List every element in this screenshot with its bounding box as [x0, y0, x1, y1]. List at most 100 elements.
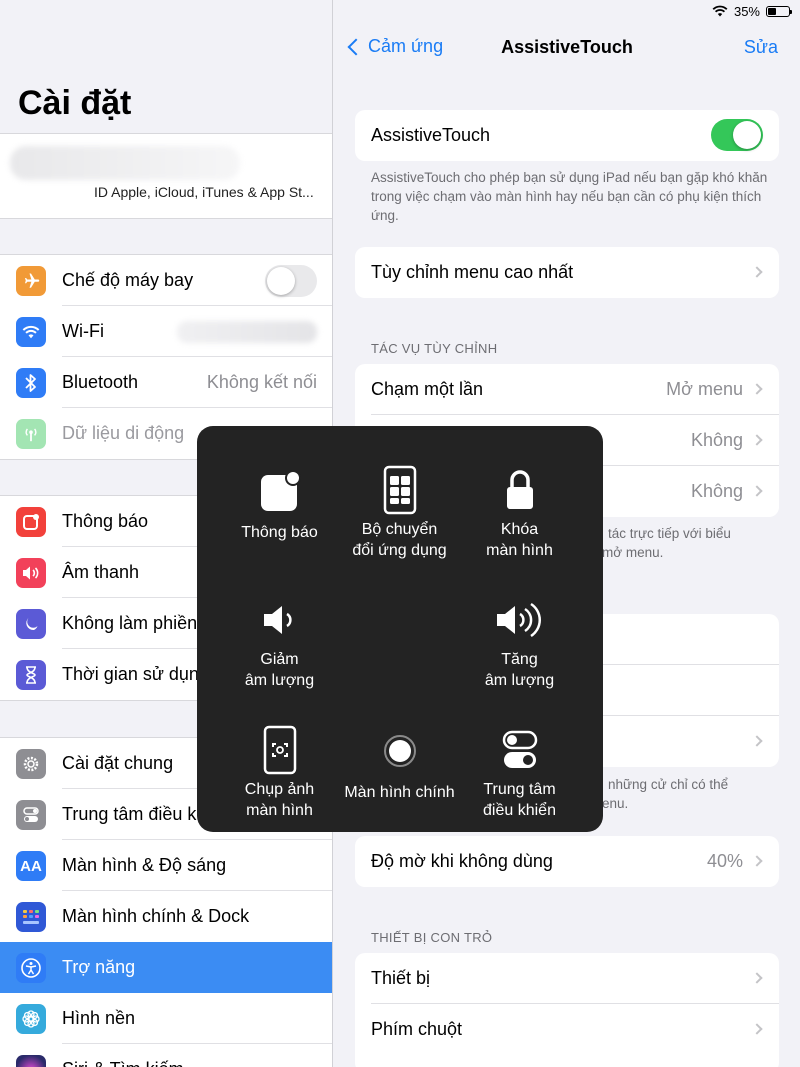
assistivetouch-switch[interactable] — [711, 119, 763, 151]
sidebar-item-label: Chế độ máy bay — [62, 270, 194, 290]
screenshot-icon — [263, 722, 297, 777]
gestures-note-1: những cử chỉ có thể — [608, 777, 729, 792]
display-aa-icon: AA — [16, 851, 46, 881]
back-button[interactable]: Cảm ứng — [346, 36, 443, 57]
customize-top-menu-row[interactable]: Tùy chỉnh menu cao nhất — [355, 247, 779, 298]
siri-icon — [16, 1055, 46, 1067]
single-tap-label: Chạm một lần — [371, 379, 484, 399]
double-tap-value: Không — [690, 430, 743, 450]
idle-opacity-value: 40% — [706, 851, 743, 871]
airplane-icon — [16, 266, 46, 296]
customize-menu-card: Tùy chỉnh menu cao nhất — [355, 247, 779, 298]
devices-row[interactable]: Thiết bị — [355, 953, 779, 1004]
wifi-status-icon — [712, 5, 728, 17]
custom-actions-note-2: mở menu. — [602, 545, 664, 560]
menu-item-control-center[interactable]: Trung tâm điều khiển — [452, 686, 587, 821]
gear-icon — [16, 749, 46, 779]
accessibility-icon — [16, 953, 46, 983]
control-center-icon — [16, 800, 46, 830]
custom-actions-header: TÁC VỤ TÙY CHỈNH — [371, 341, 498, 356]
bluetooth-status: Không kết nối — [206, 372, 317, 392]
wifi-icon — [16, 317, 46, 347]
chevron-right-icon — [751, 1023, 763, 1035]
menu-item-notifications[interactable]: Thông báo — [212, 426, 347, 561]
chevron-right-icon — [751, 735, 763, 747]
gestures-note-2: enu. — [602, 796, 629, 811]
assistivetouch-description: AssistiveTouch cho phép bạn sử dụng iPad… — [371, 170, 768, 223]
sidebar-item-label: Cài đặt chung — [62, 753, 174, 773]
toggle-knob — [733, 121, 761, 149]
volume-up-icon — [494, 592, 546, 647]
sidebar-item-display-brightness[interactable]: AA Màn hình & Độ sáng — [0, 840, 332, 891]
assistivetouch-row[interactable]: AssistiveTouch — [355, 110, 779, 161]
sidebar-item-label: Thời gian sử dụng — [62, 664, 209, 684]
sidebar-item-wifi[interactable]: Wi-Fi — [0, 306, 332, 357]
idle-opacity-card: Độ mờ khi không dùng 40% — [355, 836, 779, 887]
apple-id-profile[interactable]: ID Apple, iCloud, iTunes & App St... — [0, 133, 332, 219]
chevron-right-icon — [751, 485, 763, 497]
notifications-icon — [16, 507, 46, 537]
menu-item-volume-up[interactable]: Tăng âm lượng — [452, 556, 587, 691]
long-press-value: Không — [690, 481, 743, 501]
sidebar-item-label: Siri & Tìm kiếm — [62, 1059, 184, 1067]
lock-icon — [505, 462, 535, 517]
assistivetouch-menu: Thông báo Bộ chuyển đổi ứng dụng Khóa mà… — [197, 426, 603, 832]
hourglass-icon — [16, 660, 46, 690]
sidebar-item-label: Thông báo — [62, 511, 149, 531]
idle-opacity-row[interactable]: Độ mờ khi không dùng 40% — [355, 836, 779, 887]
sidebar-item-label: Âm thanh — [62, 562, 140, 582]
sidebar-item-label: Trợ năng — [62, 957, 136, 977]
airplane-mode-toggle[interactable] — [265, 265, 317, 297]
sidebar-item-accessibility[interactable]: Trợ năng — [0, 942, 332, 993]
app-switcher-icon — [383, 462, 417, 517]
antenna-icon — [16, 419, 46, 449]
chevron-left-icon — [347, 38, 365, 55]
sidebar-item-label: Bluetooth — [62, 372, 139, 392]
battery-percent: 35% — [733, 3, 760, 19]
single-tap-row[interactable]: Chạm một lần Mở menu — [355, 364, 779, 415]
chevron-right-icon — [751, 434, 763, 446]
sidebar-item-airplane-mode[interactable]: Chế độ máy bay — [0, 255, 332, 306]
custom-actions-note-1: tác trực tiếp với biểu — [608, 526, 731, 541]
menu-item-home[interactable]: Màn hình chính — [332, 686, 467, 821]
pointer-devices-card: Thiết bị Phím chuột — [355, 953, 779, 1067]
sidebar-item-label: Wi-Fi — [62, 321, 104, 341]
notification-badge-icon — [258, 462, 302, 520]
idle-opacity-label: Độ mờ khi không dùng — [371, 851, 553, 871]
menu-item-label: Màn hình chính — [344, 784, 455, 801]
menu-item-volume-down[interactable]: Giảm âm lượng — [212, 556, 347, 691]
mouse-keys-label: Phím chuột — [371, 1019, 463, 1039]
edit-button[interactable]: Sửa — [744, 37, 778, 58]
customize-top-menu-label: Tùy chỉnh menu cao nhất — [371, 262, 574, 282]
battery-icon — [766, 5, 792, 17]
menu-item-label: Tăng âm lượng — [484, 651, 555, 689]
sidebar-item-bluetooth[interactable]: Bluetooth Không kết nối — [0, 357, 332, 408]
sidebar-item-siri-search[interactable]: Siri & Tìm kiếm — [0, 1044, 332, 1067]
single-tap-value: Mở menu — [666, 379, 743, 399]
menu-item-lock-screen[interactable]: Khóa màn hình — [452, 426, 587, 561]
bluetooth-icon — [16, 368, 46, 398]
page-title: Cài đặt — [18, 84, 132, 122]
menu-item-label: Thông báo — [241, 524, 318, 541]
sidebar-item-home-screen-dock[interactable]: Màn hình chính & Dock — [0, 891, 332, 942]
sidebar-item-wallpaper[interactable]: Hình nền — [0, 993, 332, 1044]
speaker-icon — [16, 558, 46, 588]
pointer-devices-header: THIẾT BỊ CON TRỎ — [371, 930, 493, 945]
menu-item-screenshot[interactable]: Chụp ảnh màn hình — [212, 686, 347, 821]
menu-item-label: Trung tâm điều khiển — [483, 781, 556, 819]
sidebar-item-label: Màn hình & Độ sáng — [62, 855, 227, 875]
mouse-keys-row[interactable]: Phím chuột — [355, 1004, 779, 1055]
moon-icon — [16, 609, 46, 639]
control-toggles-icon — [502, 722, 538, 777]
back-button-label: Cảm ứng — [368, 36, 444, 56]
devices-label: Thiết bị — [371, 968, 431, 988]
menu-item-label: Bộ chuyển đổi ứng dụng — [352, 521, 447, 559]
volume-down-icon — [260, 592, 300, 647]
status-bar: 35% — [712, 0, 800, 22]
sidebar-item-label: Không làm phiền — [62, 613, 198, 633]
menu-item-app-switcher[interactable]: Bộ chuyển đổi ứng dụng — [332, 426, 467, 561]
chevron-right-icon — [751, 266, 763, 278]
chevron-right-icon — [751, 383, 763, 395]
wallpaper-flower-icon — [16, 1004, 46, 1034]
sidebar-item-label: Màn hình chính & Dock — [62, 906, 250, 926]
